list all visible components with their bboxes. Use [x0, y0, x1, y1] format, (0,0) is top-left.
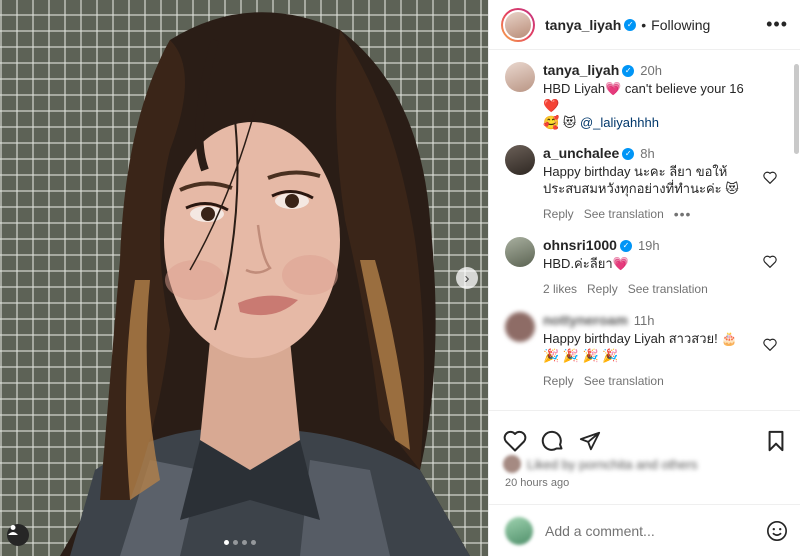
emoji-picker-icon[interactable] [766, 520, 788, 542]
like-comment-icon[interactable] [763, 338, 777, 351]
next-image-button[interactable]: › [456, 267, 478, 289]
carousel-dot [251, 540, 256, 545]
comment-item: ohnsri1000 ✓ 19h HBD.ค่ะลียา💗 2 likes Re… [505, 237, 800, 298]
add-comment-bar [489, 504, 800, 556]
author-username[interactable]: tanya_liyah [545, 17, 621, 33]
verified-badge-icon: ✓ [622, 147, 635, 160]
like-comment-icon[interactable] [763, 255, 777, 268]
see-translation-button[interactable]: See translation [584, 206, 664, 223]
commenter-avatar[interactable] [505, 145, 535, 175]
comment-text: HBD.ค่ะลียา💗 [543, 256, 629, 271]
commenter-username[interactable]: a_unchalee [543, 145, 619, 162]
comment-time: 20h [640, 63, 662, 78]
reply-button[interactable]: Reply [543, 206, 574, 223]
comments-scrollbar[interactable] [794, 64, 799, 154]
post-sidebar: tanya_liyah ✓ • Following ••• tanya_liya… [488, 0, 800, 556]
likes-summary[interactable]: Liked by pornchita and others [503, 455, 698, 473]
comment-text: Happy birthday Liyah สาวสวย! 🎂 [543, 331, 738, 346]
verified-badge-icon: ✓ [619, 239, 632, 252]
liked-by-text[interactable]: Liked by pornchita and others [527, 457, 698, 472]
comment-item: nottyneroam 11h Happy birthday Liyah สาว… [505, 312, 800, 390]
reply-button[interactable]: Reply [543, 373, 574, 390]
reply-button[interactable]: Reply [587, 281, 618, 298]
liker-avatar [503, 455, 521, 473]
share-icon[interactable] [579, 430, 601, 452]
commenter-username[interactable]: nottyneroam [543, 312, 628, 329]
tagged-users-button[interactable] [7, 524, 29, 546]
carousel-dot [224, 540, 229, 545]
add-comment-input[interactable] [545, 522, 745, 539]
commenter-avatar[interactable] [505, 237, 535, 267]
post-timestamp[interactable]: 20 hours ago [505, 477, 569, 489]
comment-likes[interactable]: 2 likes [543, 281, 577, 298]
comment-item: tanya_liyah ✓ 20h HBD Liyah💗 can't belie… [505, 62, 800, 131]
current-user-avatar [505, 516, 533, 545]
like-icon[interactable] [503, 430, 527, 452]
commenter-username[interactable]: ohnsri1000 [543, 237, 617, 254]
comments-list[interactable]: tanya_liyah ✓ 20h HBD Liyah💗 can't belie… [489, 50, 800, 410]
comment-time: 8h [640, 146, 655, 161]
verified-badge-icon: ✓ [622, 64, 635, 77]
mention-link[interactable]: @_laliyahhhh [580, 115, 659, 130]
separator: • [641, 16, 647, 33]
verified-badge-icon: ✓ [624, 18, 637, 31]
comment-text: Happy birthday นะคะ ลียา ขอให้ประสบสมหวั… [543, 164, 739, 196]
post-image[interactable]: › [0, 0, 488, 556]
comment-item: a_unchalee ✓ 8h Happy birthday นะคะ ลียา… [505, 145, 800, 223]
author-avatar[interactable] [501, 7, 535, 42]
comment-icon[interactable] [541, 429, 565, 453]
comment-emoji: 🥰 😻 [543, 115, 577, 130]
see-translation-button[interactable]: See translation [584, 373, 664, 390]
post-actions [489, 410, 800, 458]
following-button[interactable]: Following [651, 17, 710, 33]
comment-emoji: 🎉 🎉 🎉 🎉 [543, 348, 619, 363]
user-icon [8, 525, 18, 535]
see-translation-button[interactable]: See translation [628, 281, 708, 298]
comment-time: 19h [637, 238, 660, 253]
carousel-indicator [224, 540, 256, 545]
comment-options-icon[interactable]: ••• [674, 206, 692, 223]
save-bookmark-icon[interactable] [766, 430, 786, 452]
comment-time: 11h [633, 313, 655, 328]
more-options-icon[interactable]: ••• [766, 14, 788, 35]
carousel-dot [242, 540, 247, 545]
portrait-photo [60, 12, 470, 556]
carousel-dot [233, 540, 238, 545]
comment-text: HBD Liyah💗 can't believe your 16❤️ [543, 81, 744, 113]
like-comment-icon[interactable] [763, 171, 777, 184]
post-header: tanya_liyah ✓ • Following ••• [489, 0, 800, 50]
commenter-avatar[interactable] [505, 62, 535, 92]
commenter-avatar[interactable] [505, 312, 535, 342]
commenter-username[interactable]: tanya_liyah [543, 62, 619, 79]
